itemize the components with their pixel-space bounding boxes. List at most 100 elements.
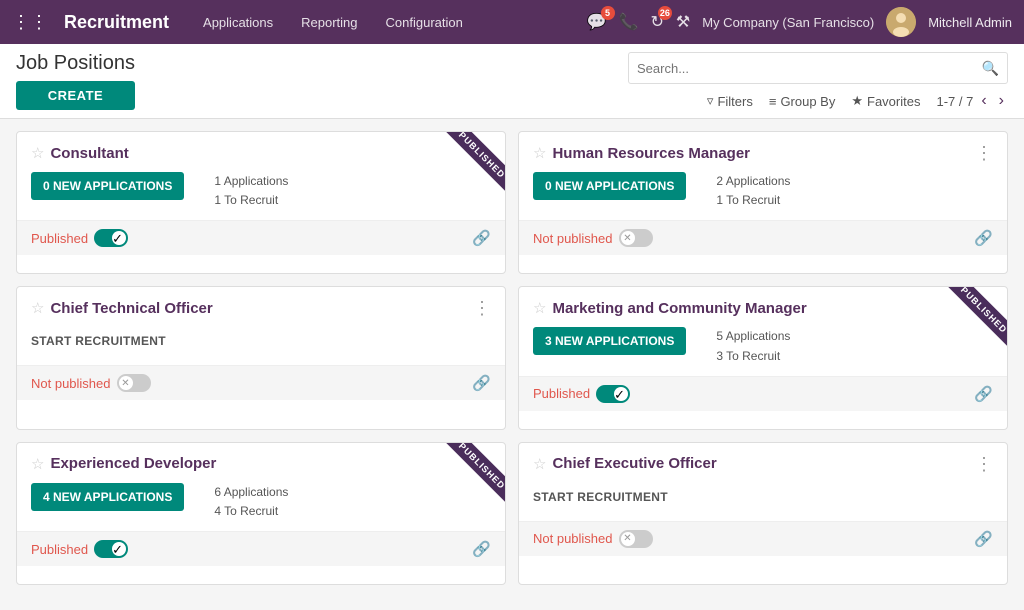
page-title: Job Positions xyxy=(16,52,135,75)
published-row: Not published ✕ xyxy=(31,374,151,392)
card-info: START RECRUITMENT xyxy=(31,327,491,355)
published-row: Published ✓ xyxy=(31,229,128,247)
new-apps-button[interactable]: 0 NEW APPLICATIONS xyxy=(533,172,686,200)
card-title[interactable]: Experienced Developer xyxy=(50,455,216,472)
card-title-row: ☆ Human Resources Manager xyxy=(533,144,750,162)
prev-page-button[interactable]: ‹ xyxy=(977,92,990,110)
card-info: START RECRUITMENT xyxy=(533,483,993,511)
toggle-knob: ✕ xyxy=(621,231,635,245)
card-footer: Not published ✕ 🔗 xyxy=(17,365,505,400)
card-title[interactable]: Chief Executive Officer xyxy=(552,455,716,472)
start-recruitment-button[interactable]: START RECRUITMENT xyxy=(533,483,668,511)
settings-icon[interactable]: ⚒ xyxy=(676,12,690,32)
toggle-knob: ✓ xyxy=(112,231,126,245)
card-header: ☆ Experienced Developer ⋮ xyxy=(31,455,491,473)
nav-configuration[interactable]: Configuration xyxy=(380,11,469,34)
new-apps-button[interactable]: 4 NEW APPLICATIONS xyxy=(31,483,184,511)
card-info: 0 NEW APPLICATIONS 2 Applications1 To Re… xyxy=(533,172,993,210)
card-info: 4 NEW APPLICATIONS 6 Applications4 To Re… xyxy=(31,483,491,521)
publish-status-label: Not published xyxy=(533,531,613,546)
external-link-icon[interactable]: 🔗 xyxy=(472,374,491,392)
card-marketing-manager: PUBLISHED ☆ Marketing and Community Mana… xyxy=(518,286,1008,429)
card-footer: Published ✓ 🔗 xyxy=(17,531,505,566)
external-link-icon[interactable]: 🔗 xyxy=(472,540,491,558)
card-menu-icon[interactable]: ⋮ xyxy=(975,455,993,473)
apps-grid-icon[interactable]: ⋮⋮ xyxy=(12,12,48,33)
publish-toggle[interactable]: ✕ xyxy=(619,530,653,548)
card-title-row: ☆ Experienced Developer xyxy=(31,455,216,473)
external-link-icon[interactable]: 🔗 xyxy=(974,530,993,548)
brand-label: Recruitment xyxy=(64,12,169,33)
star-icon: ★ xyxy=(851,93,863,109)
groupby-icon: ≡ xyxy=(769,94,777,109)
card-footer: Not published ✕ 🔗 xyxy=(519,521,1007,556)
card-body: ☆ Consultant ⋮ 0 NEW APPLICATIONS 1 Appl… xyxy=(17,132,505,220)
publish-toggle[interactable]: ✕ xyxy=(619,229,653,247)
card-title-row: ☆ Consultant xyxy=(31,144,129,162)
nav-applications[interactable]: Applications xyxy=(197,11,279,34)
card-ceo: ☆ Chief Executive Officer ⋮ START RECRUI… xyxy=(518,442,1008,585)
search-input[interactable] xyxy=(629,61,974,76)
favorite-star-icon[interactable]: ☆ xyxy=(533,299,546,317)
favorite-star-icon[interactable]: ☆ xyxy=(31,299,44,317)
card-title[interactable]: Chief Technical Officer xyxy=(50,300,212,317)
card-title[interactable]: Marketing and Community Manager xyxy=(552,300,806,317)
top-nav: ⋮⋮ Recruitment Applications Reporting Co… xyxy=(0,0,1024,44)
card-body: ☆ Chief Technical Officer ⋮ START RECRUI… xyxy=(17,287,505,365)
phone-icon[interactable]: 📞 xyxy=(619,12,639,32)
external-link-icon[interactable]: 🔗 xyxy=(974,385,993,403)
avatar[interactable] xyxy=(886,7,916,37)
search-icon[interactable]: 🔍 xyxy=(974,60,1007,77)
publish-toggle[interactable]: ✓ xyxy=(94,540,128,558)
chat-icon[interactable]: 💬 5 xyxy=(587,12,607,32)
card-info: 3 NEW APPLICATIONS 5 Applications3 To Re… xyxy=(533,327,993,365)
next-page-button[interactable]: › xyxy=(995,92,1008,110)
publish-status-label: Not published xyxy=(533,231,613,246)
card-title[interactable]: Human Resources Manager xyxy=(552,145,750,162)
card-stats: 1 Applications1 To Recruit xyxy=(214,172,288,210)
toggle-knob: ✓ xyxy=(112,542,126,556)
card-footer: Not published ✕ 🔗 xyxy=(519,220,1007,255)
card-menu-icon[interactable]: ⋮ xyxy=(473,299,491,317)
favorites-button[interactable]: ★ Favorites xyxy=(851,93,920,109)
nav-icons: 💬 5 📞 ↻ 26 ⚒ My Company (San Francisco) … xyxy=(587,7,1012,37)
published-row: Not published ✕ xyxy=(533,530,653,548)
new-apps-button[interactable]: 3 NEW APPLICATIONS xyxy=(533,327,686,355)
publish-status-label: Published xyxy=(533,386,590,401)
external-link-icon[interactable]: 🔗 xyxy=(472,229,491,247)
card-consultant: PUBLISHED ☆ Consultant ⋮ 0 NEW APPLICATI… xyxy=(16,131,506,274)
card-menu-icon[interactable]: ⋮ xyxy=(975,144,993,162)
job-positions-grid: PUBLISHED ☆ Consultant ⋮ 0 NEW APPLICATI… xyxy=(0,119,1024,597)
user-label: Mitchell Admin xyxy=(928,15,1012,30)
card-menu-icon[interactable]: ⋮ xyxy=(473,144,491,162)
card-hr-manager: ☆ Human Resources Manager ⋮ 0 NEW APPLIC… xyxy=(518,131,1008,274)
favorite-star-icon[interactable]: ☆ xyxy=(31,455,44,473)
card-body: ☆ Marketing and Community Manager ⋮ 3 NE… xyxy=(519,287,1007,375)
card-exp-developer: PUBLISHED ☆ Experienced Developer ⋮ 4 NE… xyxy=(16,442,506,585)
create-button[interactable]: CREATE xyxy=(16,81,135,110)
card-body: ☆ Human Resources Manager ⋮ 0 NEW APPLIC… xyxy=(519,132,1007,220)
group-by-button[interactable]: ≡ Group By xyxy=(769,94,836,109)
nav-reporting[interactable]: Reporting xyxy=(295,11,363,34)
toggle-knob: ✕ xyxy=(119,376,133,390)
card-menu-icon[interactable]: ⋮ xyxy=(975,299,993,317)
favorite-star-icon[interactable]: ☆ xyxy=(533,455,546,473)
start-recruitment-button[interactable]: START RECRUITMENT xyxy=(31,327,166,355)
external-link-icon[interactable]: 🔗 xyxy=(974,229,993,247)
refresh-icon[interactable]: ↻ 26 xyxy=(650,12,663,32)
subheader-right: 🔍 ▿ Filters ≡ Group By ★ Favorites 1-7 /… xyxy=(628,52,1008,110)
publish-toggle[interactable]: ✓ xyxy=(596,385,630,403)
new-apps-button[interactable]: 0 NEW APPLICATIONS xyxy=(31,172,184,200)
filters-button[interactable]: ▿ Filters xyxy=(707,93,753,109)
publish-status-label: Published xyxy=(31,231,88,246)
card-title[interactable]: Consultant xyxy=(50,145,128,162)
favorite-star-icon[interactable]: ☆ xyxy=(31,144,44,162)
toolbar: ▿ Filters ≡ Group By ★ Favorites 1-7 / 7… xyxy=(707,92,1008,110)
refresh-badge: 26 xyxy=(658,6,672,20)
publish-toggle[interactable]: ✓ xyxy=(94,229,128,247)
card-menu-icon[interactable]: ⋮ xyxy=(473,455,491,473)
card-title-row: ☆ Chief Executive Officer xyxy=(533,455,717,473)
publish-toggle[interactable]: ✕ xyxy=(117,374,151,392)
card-body: ☆ Experienced Developer ⋮ 4 NEW APPLICAT… xyxy=(17,443,505,531)
favorite-star-icon[interactable]: ☆ xyxy=(533,144,546,162)
